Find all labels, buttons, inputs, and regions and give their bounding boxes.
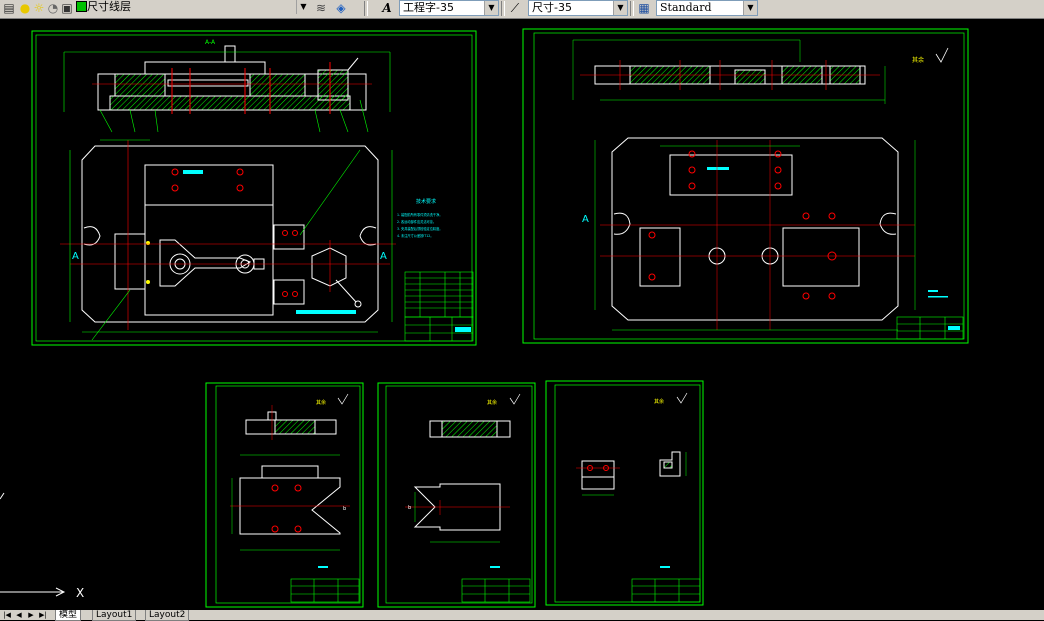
dimension-style-icon[interactable]: ⟋ bbox=[508, 1, 522, 15]
table-style-combo[interactable]: Standard ▼ bbox=[656, 0, 758, 16]
sheet-frame bbox=[205, 382, 364, 608]
chevron-down-icon[interactable]: ▼ bbox=[743, 1, 757, 15]
layout-tab-bar: |◀ ◀ ▶ ▶| 模型 Layout1 Layout2 bbox=[0, 610, 1044, 621]
sheet-frame bbox=[377, 382, 536, 608]
sheet-inner-frame bbox=[554, 384, 701, 603]
layer-previous-icon[interactable]: ◈ bbox=[334, 1, 348, 15]
layer-lock-icon[interactable]: ◔ bbox=[46, 1, 60, 15]
text-style-combo[interactable]: 工程字-35 ▼ bbox=[399, 0, 499, 16]
face-label-b: b bbox=[343, 506, 346, 512]
sheet-frame bbox=[545, 380, 704, 606]
tab-layout2[interactable]: Layout2 bbox=[145, 610, 190, 621]
roughness-note: 其余 bbox=[316, 399, 326, 406]
base-plate-plan: A bbox=[582, 137, 948, 331]
sheet-part-vblock[interactable]: 其余 b bbox=[205, 382, 364, 608]
chevron-down-icon[interactable]: ▼ bbox=[296, 0, 310, 14]
title-block bbox=[896, 316, 964, 340]
first-tab-nav-icon[interactable]: |◀ bbox=[2, 610, 12, 620]
layer-combo-value: 尺寸线层 bbox=[87, 0, 131, 13]
parts-list-and-title-block bbox=[404, 271, 474, 342]
dim-style-combo[interactable]: 尺寸-35 ▼ bbox=[528, 0, 628, 16]
view-label-a-left: A bbox=[72, 251, 79, 262]
sheet-inner-frame bbox=[385, 385, 533, 604]
face-label-b: b bbox=[408, 505, 411, 511]
chevron-down-icon[interactable]: ▼ bbox=[613, 1, 627, 15]
properties-toolbar: ▤ ● ☼ ◔ ▣ 尺寸线层 ▼ ≋ ◈ A 工程字-35 ▼ ⟋ 尺寸-35 … bbox=[0, 0, 1044, 19]
plan-view: A A bbox=[60, 139, 396, 341]
tech-req-line: 2. 各运动部件应灵活可靠。 bbox=[397, 219, 436, 224]
tab-layout1[interactable]: Layout1 bbox=[92, 610, 137, 621]
table-style-icon[interactable]: ▦ bbox=[637, 1, 651, 15]
text-style-icon[interactable]: A bbox=[380, 1, 394, 15]
text-style-combo-value: 工程字-35 bbox=[403, 1, 454, 14]
section-mark-label: A-A bbox=[205, 39, 216, 46]
layer-plot-icon[interactable]: ▣ bbox=[60, 1, 74, 15]
title-block bbox=[631, 578, 701, 603]
view-label-a-right: A bbox=[380, 251, 387, 262]
tech-req-title: 技术要求 bbox=[416, 198, 436, 205]
tech-req-line: 1. 装配前所有零件须清洗干净。 bbox=[397, 212, 443, 217]
technical-requirements: 技术要求 1. 装配前所有零件须清洗干净。 2. 各运动部件应灵活可靠。 3. … bbox=[397, 198, 443, 238]
chevron-down-icon[interactable]: ▼ bbox=[484, 1, 498, 15]
roughness-symbol-icon bbox=[935, 47, 949, 63]
tech-req-line: 4. 未注尺寸公差按IT12。 bbox=[397, 233, 434, 238]
roughness-symbol-icon bbox=[509, 393, 521, 405]
sheet-inner-frame bbox=[215, 385, 361, 604]
last-tab-nav-icon[interactable]: ▶| bbox=[38, 610, 48, 620]
table-style-combo-value: Standard bbox=[660, 1, 712, 14]
toolbar-separator bbox=[501, 1, 505, 16]
roughness-symbol-icon bbox=[337, 393, 349, 405]
roughness-note: 其余 bbox=[654, 398, 664, 405]
model-space-canvas[interactable]: A-A A A 技术要求 1. 装配前所有零件须清洗干净。 2. 各运动部件应灵… bbox=[0, 18, 1044, 610]
layer-combo[interactable]: 尺寸线层 ▼ bbox=[84, 0, 310, 16]
sheet-assembly[interactable]: A-A A A 技术要求 1. 装配前所有零件须清洗干净。 2. 各运动部件应灵… bbox=[31, 30, 477, 346]
title-block bbox=[461, 578, 531, 603]
prev-tab-nav-icon[interactable]: ◀ bbox=[14, 610, 24, 620]
view-label-a-sheet2: A bbox=[582, 214, 589, 225]
roughness-note: 其余 bbox=[487, 399, 497, 406]
roughness-symbol-icon bbox=[676, 392, 688, 404]
base-plate-section bbox=[572, 39, 886, 104]
title-block bbox=[290, 578, 360, 603]
sheet-part-sliding-vblock[interactable]: 其余 b bbox=[377, 382, 536, 608]
dim-style-combo-value: 尺寸-35 bbox=[532, 1, 572, 14]
roughness-note: 其余 bbox=[912, 56, 924, 64]
toolbar-separator bbox=[364, 1, 368, 16]
tech-req-line: 3. 夹具装配后须检验定位精度。 bbox=[397, 226, 443, 231]
ucs-icon: X bbox=[0, 492, 84, 600]
ucs-x-label: X bbox=[76, 586, 84, 600]
layer-freeze-sun-icon[interactable]: ☼ bbox=[32, 1, 46, 15]
layer-on-bulb-icon[interactable]: ● bbox=[18, 1, 32, 15]
sheet-part-small-block[interactable]: 其余 bbox=[545, 380, 704, 606]
toolbar-separator bbox=[630, 1, 634, 16]
layer-manager-icon[interactable]: ▤ bbox=[2, 1, 16, 15]
make-layer-current-icon[interactable]: ≋ bbox=[314, 1, 328, 15]
sheet-base-plate[interactable]: 其余 A bbox=[522, 28, 969, 344]
tab-model[interactable]: 模型 bbox=[55, 610, 82, 621]
next-tab-nav-icon[interactable]: ▶ bbox=[26, 610, 36, 620]
section-view-aa: A-A bbox=[63, 39, 391, 114]
